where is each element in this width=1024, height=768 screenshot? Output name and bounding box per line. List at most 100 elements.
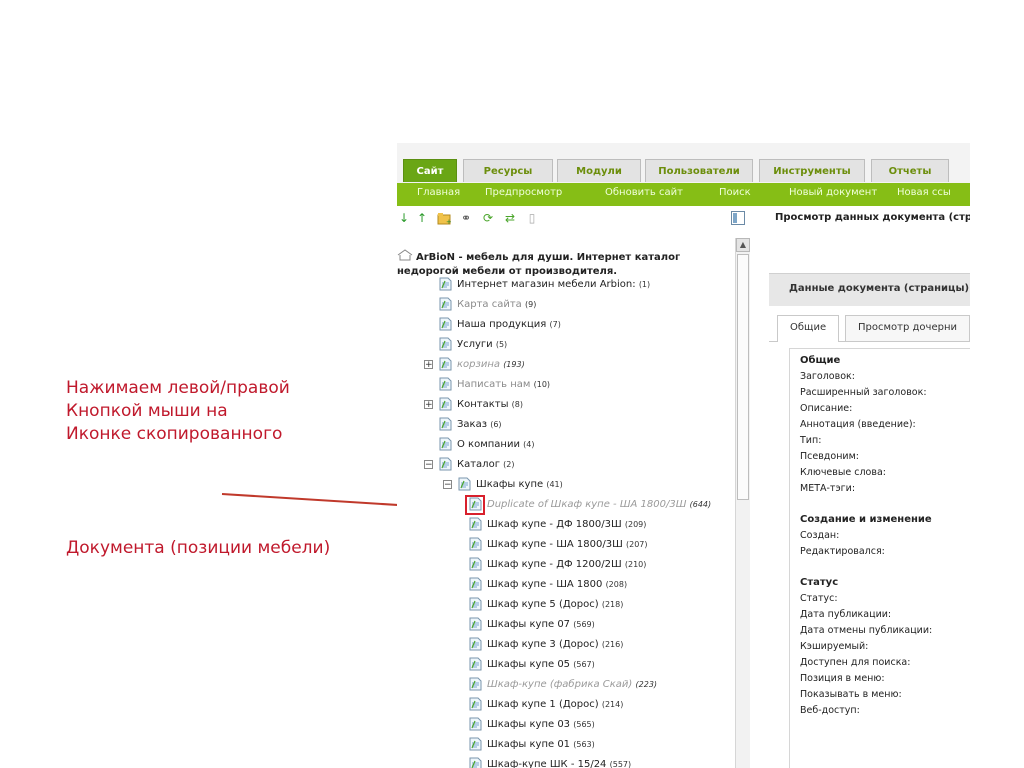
document-icon[interactable] [439, 297, 457, 311]
menu-refresh-site[interactable]: Обновить сайт [605, 187, 683, 198]
document-icon[interactable] [439, 457, 457, 471]
document-icon[interactable] [469, 757, 487, 768]
field-label: Позиция в меню: [800, 673, 885, 684]
menu-new-link[interactable]: Новая ссы [897, 187, 951, 198]
tree-item[interactable]: Шкаф-купе ШК - 15/24 (557) [469, 756, 631, 768]
tab-resources[interactable]: Ресурсы [463, 159, 553, 182]
document-icon[interactable] [469, 737, 487, 751]
tree-item[interactable]: Шкаф купе 1 (Дорос) (214) [469, 696, 623, 714]
menu-new-document[interactable]: Новый документ [789, 187, 877, 198]
collapse-up-icon[interactable]: ↑ [415, 211, 429, 225]
menu-preview[interactable]: Предпросмотр [485, 187, 562, 198]
main-tabs: Сайт Ресурсы Модули Пользователи Инструм… [397, 143, 970, 184]
scrollbar-thumb[interactable] [737, 254, 749, 500]
tree-item[interactable]: Шкаф купе 5 (Дорос) (218) [469, 596, 623, 614]
expand-toggle-icon[interactable]: + [424, 400, 433, 410]
document-icon[interactable] [469, 517, 487, 531]
house-icon [397, 249, 413, 261]
tree-item-label: Заказ [457, 419, 488, 430]
tree-item[interactable]: Интернет магазин мебели Arbion: (1) [439, 276, 650, 294]
tree-item[interactable]: Контакты (8) [439, 396, 523, 414]
link-icon[interactable]: ⚭ [459, 211, 473, 225]
expand-toggle-icon[interactable]: + [424, 360, 433, 370]
document-icon[interactable] [469, 557, 487, 571]
tree-item-id: (4) [523, 440, 535, 449]
tree-item-label: Карта сайта [457, 299, 522, 310]
document-icon[interactable] [439, 317, 457, 331]
tree-item[interactable]: Шкаф купе - ДФ 1200/2Ш (210) [469, 556, 646, 574]
tree-item[interactable]: Услуги (5) [439, 336, 507, 354]
subtab-general[interactable]: Общие [777, 315, 840, 342]
document-icon[interactable] [439, 357, 457, 371]
tree-root[interactable]: ArBioN - мебель для души. Интернет катал… [397, 249, 727, 279]
document-fields: Общие Заголовок: Расширенный заголовок: Опи… [789, 348, 970, 768]
field-label: Тип: [800, 435, 822, 446]
new-folder-icon[interactable]: + [437, 211, 452, 226]
tree-item-id: (216) [601, 640, 624, 649]
document-icon[interactable] [439, 337, 457, 351]
tab-users[interactable]: Пользователи [645, 159, 753, 182]
tree-item[interactable]: Duplicate of Шкаф купе - ША 1800/3Ш (644… [469, 496, 711, 514]
tree-item[interactable]: Шкафы купе 05 (567) [469, 656, 595, 674]
document-icon[interactable] [439, 437, 457, 451]
menu-home[interactable]: Главная [417, 187, 460, 198]
expand-down-icon[interactable]: ↓ [397, 211, 411, 225]
tree-item[interactable]: Шкафы купе 01 (563) [469, 736, 595, 754]
document-icon[interactable] [469, 717, 487, 731]
document-icon[interactable] [439, 417, 457, 431]
tree-item[interactable]: Шкафы купе 03 (565) [469, 716, 595, 734]
tree-item-id: (193) [503, 360, 525, 369]
tree-item[interactable]: корзина (193) [439, 356, 525, 374]
tab-tools[interactable]: Инструменты [759, 159, 865, 182]
document-icon[interactable] [439, 277, 457, 291]
document-icon[interactable] [469, 677, 487, 691]
cms-window: Сайт Ресурсы Модули Пользователи Инструм… [397, 143, 970, 768]
sort-icon[interactable]: ⇄ [503, 211, 517, 225]
document-icon[interactable] [469, 577, 487, 591]
document-icon[interactable] [469, 637, 487, 651]
tree-scrollbar[interactable]: ▲ [735, 238, 750, 768]
tree-item[interactable]: Шкаф купе - ША 1800 (208) [469, 576, 627, 594]
document-icon[interactable] [458, 477, 476, 491]
document-icon[interactable] [469, 597, 487, 611]
document-icon[interactable] [439, 397, 457, 411]
document-tree: ArBioN - мебель для души. Интернет катал… [397, 229, 735, 768]
tree-item-id: (208) [605, 580, 628, 589]
tree-item[interactable]: Шкаф купе 3 (Дорос) (216) [469, 636, 623, 654]
svg-text:+: + [446, 218, 451, 225]
tree-item[interactable]: Написать нам (10) [439, 376, 550, 394]
document-icon[interactable] [469, 697, 487, 711]
tab-modules[interactable]: Модули [557, 159, 641, 182]
subtab-children[interactable]: Просмотр дочерни [845, 315, 970, 341]
tree-item[interactable]: Шкаф купе - ДФ 1800/3Ш (209) [469, 516, 646, 534]
tree-item[interactable]: Каталог (2) [439, 456, 514, 474]
tree-item-id: (565) [573, 720, 595, 729]
panel-toggle-icon[interactable] [731, 211, 745, 225]
tab-reports[interactable]: Отчеты [871, 159, 949, 182]
field-section-heading: Создание и изменение [800, 514, 932, 525]
tree-item[interactable]: О компании (4) [439, 436, 535, 454]
refresh-icon[interactable]: ⟳ [481, 211, 495, 225]
document-icon[interactable] [469, 617, 487, 631]
collapse-toggle-icon[interactable]: − [424, 460, 433, 470]
tab-site[interactable]: Сайт [403, 159, 457, 182]
tree-item[interactable]: Наша продукция (7) [439, 316, 561, 334]
trash-icon[interactable]: ▯ [525, 211, 539, 225]
field-label: Дата публикации: [800, 609, 892, 620]
collapse-toggle-icon[interactable]: − [443, 480, 452, 490]
tree-item[interactable]: Шкафы купе 07 (569) [469, 616, 595, 634]
tree-item[interactable]: Заказ (6) [439, 416, 502, 434]
tree-item[interactable]: Шкаф-купе (фабрика Скай) (223) [469, 676, 657, 694]
tree-item[interactable]: Карта сайта (9) [439, 296, 536, 314]
scroll-up-icon[interactable]: ▲ [736, 238, 750, 252]
tree-item[interactable]: Шкаф купе - ША 1800/3Ш (207) [469, 536, 648, 554]
tree-item-label: Написать нам [457, 379, 531, 390]
menu-search[interactable]: Поиск [719, 187, 751, 198]
annotation-line: Кнопкой мыши на [66, 401, 228, 421]
document-icon[interactable] [439, 377, 457, 391]
tree-item[interactable]: Шкафы купе (41) [458, 476, 563, 494]
tree-item-id: (557) [609, 760, 632, 768]
document-icon[interactable] [469, 657, 487, 671]
annotation-instruction: Нажимаем левой/правой Кнопкой мыши на Ик… [66, 377, 290, 446]
document-icon[interactable] [469, 537, 487, 551]
